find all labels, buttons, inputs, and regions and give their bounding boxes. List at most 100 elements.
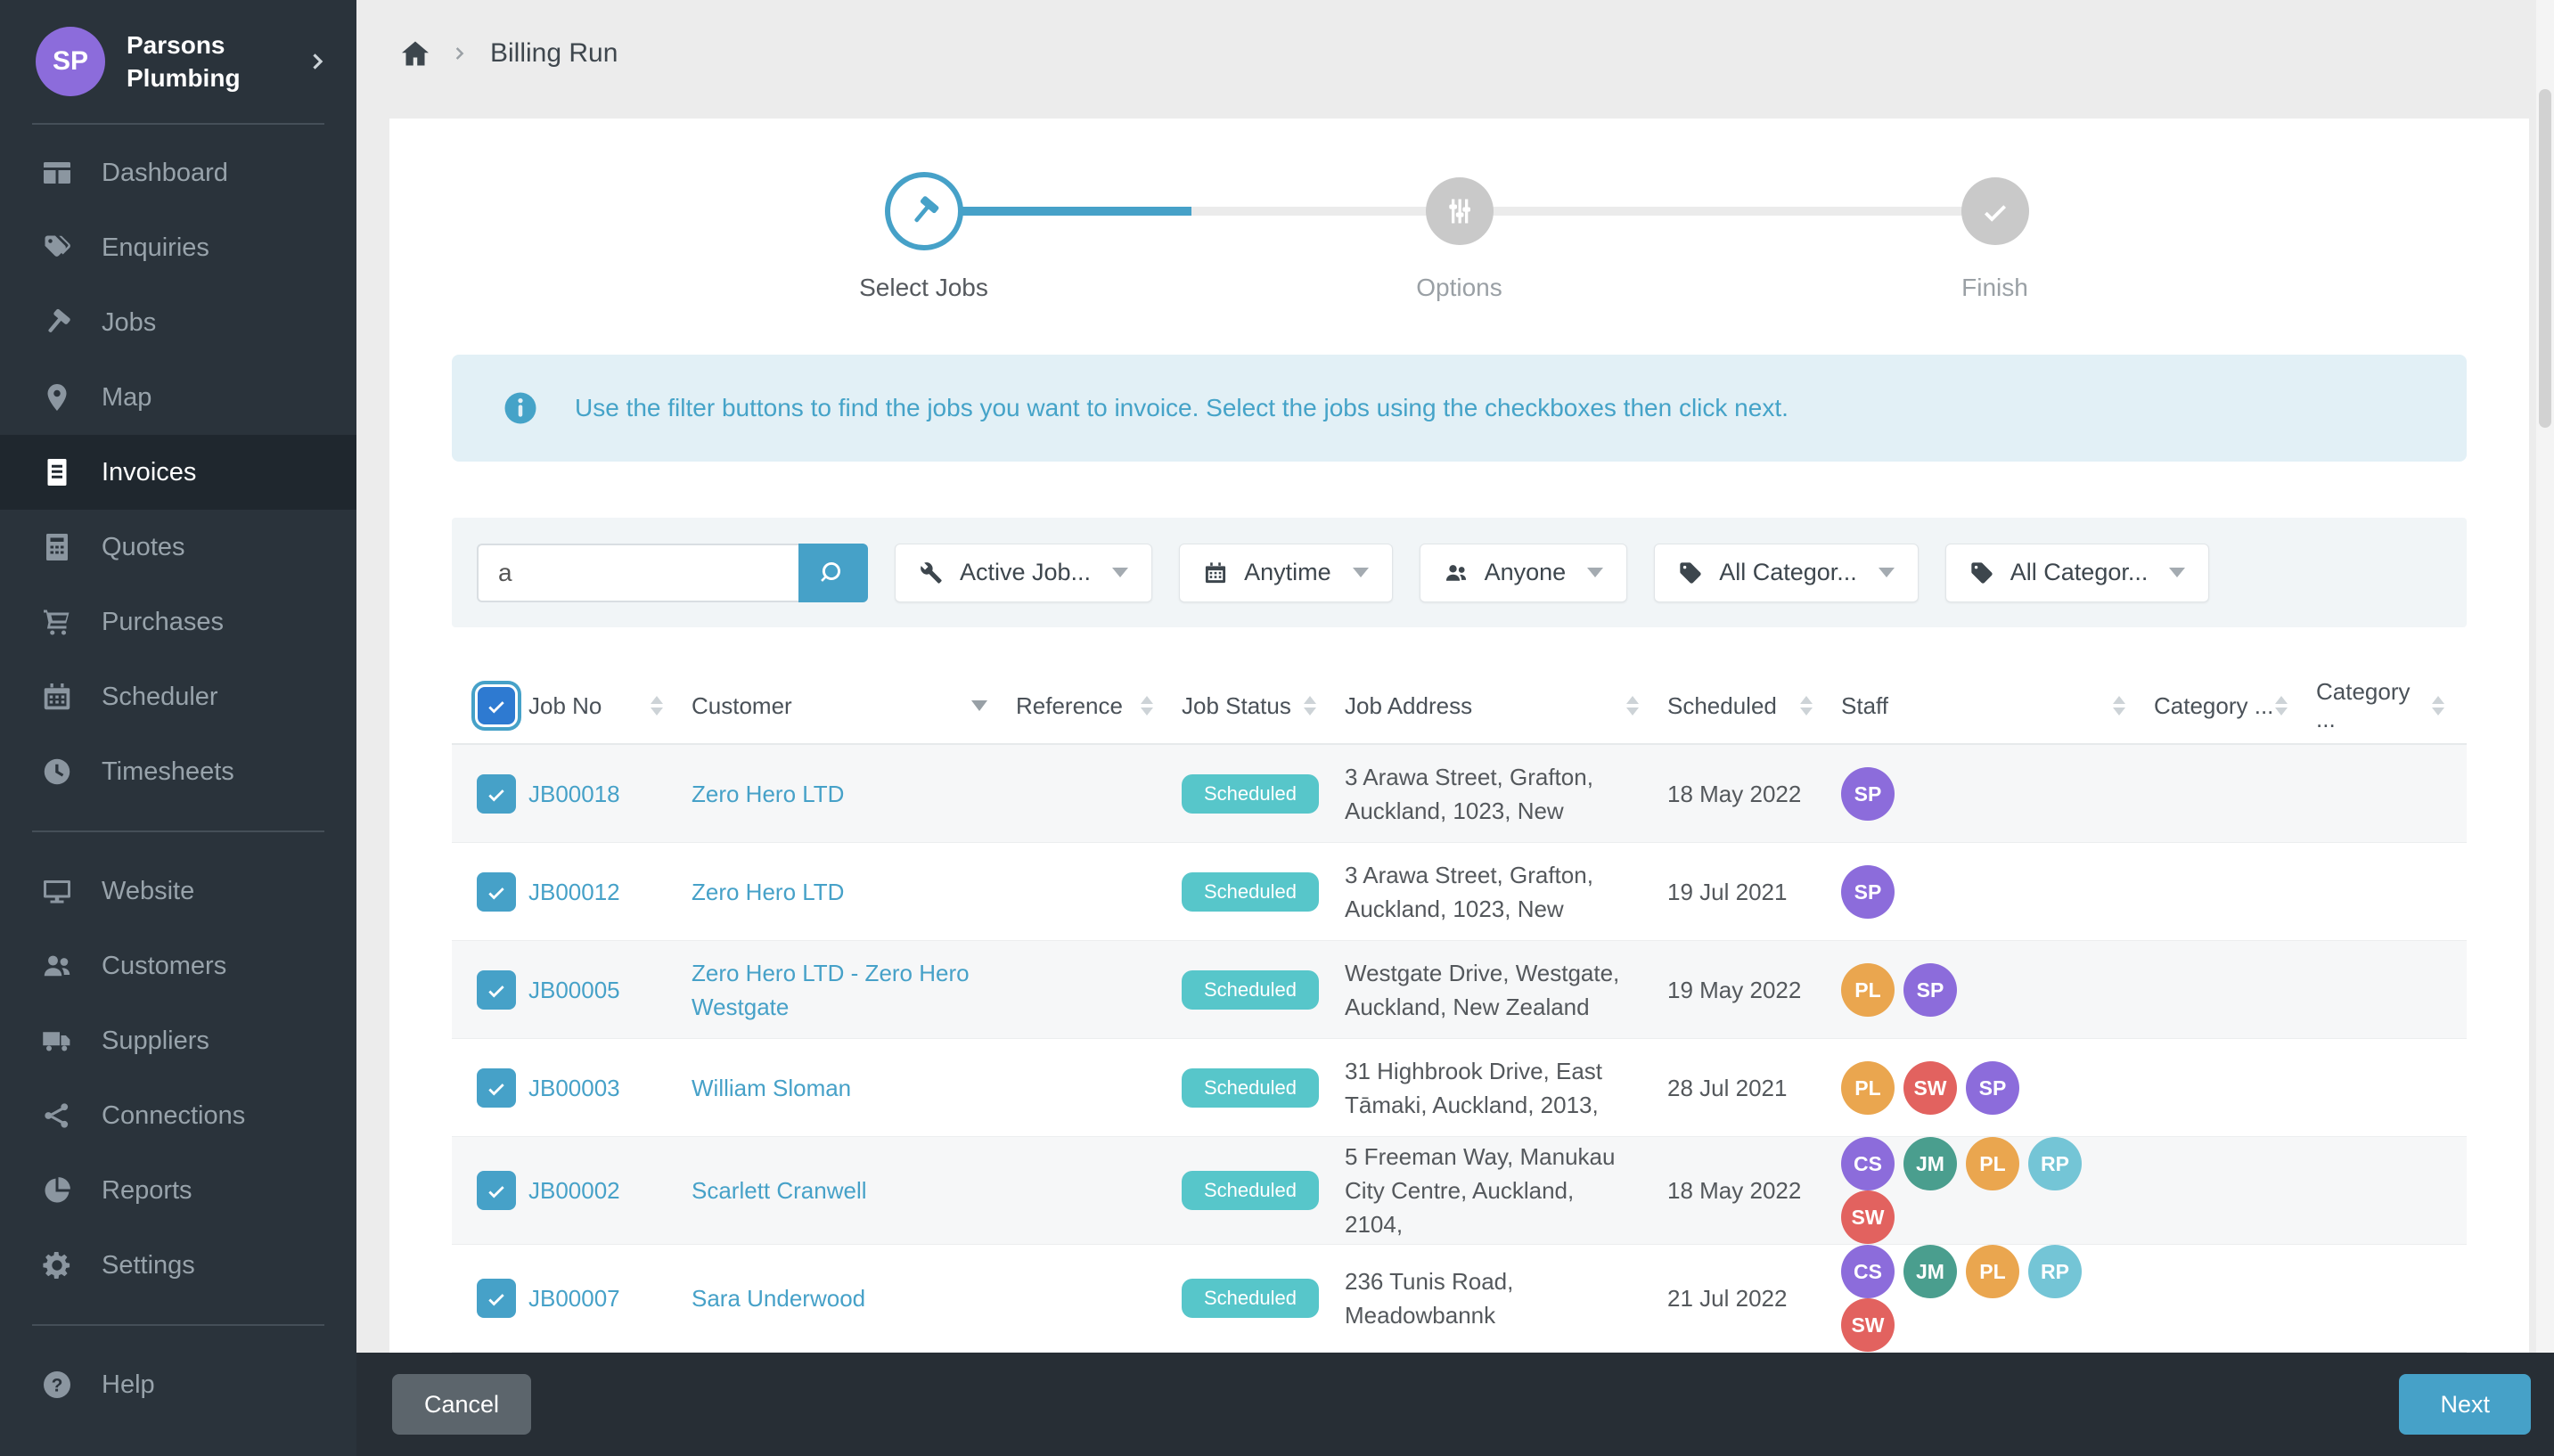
column-header-category[interactable]: Category ... xyxy=(2305,678,2462,733)
check-icon xyxy=(1961,177,2029,245)
wizard-step-options[interactable]: Options xyxy=(1416,172,1502,301)
jobs-table: Job No Customer Reference Job Status Job Add… xyxy=(452,668,2467,1451)
cancel-button[interactable]: Cancel xyxy=(392,1374,532,1435)
scheduled-date: 18 May 2022 xyxy=(1667,780,1802,807)
sidebar-item-invoices[interactable]: Invoices xyxy=(0,435,356,510)
home-icon[interactable] xyxy=(399,37,431,70)
wizard-step-label: Select Jobs xyxy=(859,274,988,301)
cart-icon xyxy=(37,606,77,638)
map-pin-icon xyxy=(37,381,77,413)
staff-avatar: PL xyxy=(1841,1060,1895,1115)
job-address: 3 Arawa Street, Grafton, Auckland, 1023,… xyxy=(1345,861,1593,922)
sort-icon xyxy=(2113,696,2125,716)
sidebar-item-map[interactable]: Map xyxy=(0,360,356,435)
search-button[interactable] xyxy=(798,543,868,602)
row-checkbox[interactable] xyxy=(477,773,516,814)
customer-link[interactable]: Zero Hero LTD - Zero Hero Westgate xyxy=(692,960,970,1020)
sidebar-item-timesheets[interactable]: Timesheets xyxy=(0,734,356,809)
staff-avatar: SP xyxy=(1841,766,1895,821)
customer-link[interactable]: Sara Underwood xyxy=(692,1285,865,1312)
sidebar-item-jobs[interactable]: Jobs xyxy=(0,285,356,360)
staff-avatar: SP xyxy=(1841,864,1895,919)
staff-avatar: SW xyxy=(1841,1298,1895,1352)
sidebar-item-enquiries[interactable]: Enquiries xyxy=(0,210,356,285)
company-switcher[interactable]: SP Parsons Plumbing xyxy=(0,0,356,123)
sidebar-item-quotes[interactable]: Quotes xyxy=(0,510,356,585)
sidebar-item-scheduler[interactable]: Scheduler xyxy=(0,659,356,734)
job-row: JB00012 Zero Hero LTD Scheduled 3 Arawa Str… xyxy=(452,843,2467,941)
job-status-badge: Scheduled xyxy=(1182,773,1319,814)
column-header-staff[interactable]: Staff xyxy=(1830,692,2143,720)
job-number-link[interactable]: JB00012 xyxy=(528,879,620,905)
search-input[interactable] xyxy=(477,543,798,602)
help-icon: ? xyxy=(37,1369,77,1401)
tag-icon xyxy=(1969,560,1994,585)
customer-link[interactable]: Zero Hero LTD xyxy=(692,781,844,807)
sidebar-item-settings[interactable]: Settings xyxy=(0,1228,356,1303)
filter-dropdown-all-categor-3[interactable]: All Categor... xyxy=(1654,543,1919,602)
column-header-job-address[interactable]: Job Address xyxy=(1334,692,1657,720)
staff-avatar: SP xyxy=(1966,1060,2019,1115)
row-checkbox[interactable] xyxy=(477,969,516,1010)
billing-run-card: Select Jobs Options Finish Use the filter … xyxy=(389,119,2529,1456)
sidebar-item-suppliers[interactable]: Suppliers xyxy=(0,1003,356,1078)
row-checkbox[interactable] xyxy=(477,871,516,912)
job-address: 236 Tunis Road, Meadowbannk xyxy=(1345,1268,1514,1329)
sidebar-divider xyxy=(32,1324,324,1326)
sidebar-item-purchases[interactable]: Purchases xyxy=(0,585,356,659)
scrollbar-thumb[interactable] xyxy=(2539,89,2551,428)
sidebar-item-connections[interactable]: Connections xyxy=(0,1078,356,1153)
vertical-scrollbar[interactable] xyxy=(2536,0,2554,1353)
select-all-checkbox[interactable] xyxy=(475,684,518,727)
filter-dropdown-all-categor-4[interactable]: All Categor... xyxy=(1944,543,2210,602)
customer-link[interactable]: William Sloman xyxy=(692,1075,851,1101)
info-banner-text: Use the filter buttons to find the jobs … xyxy=(575,394,1789,421)
filter-dropdown-active-job-0[interactable]: Active Job... xyxy=(895,543,1153,602)
column-header-reference[interactable]: Reference xyxy=(1005,692,1171,720)
row-checkbox[interactable] xyxy=(477,1279,516,1318)
filter-dropdown-anyone-2[interactable]: Anyone xyxy=(1419,543,1628,602)
staff-avatar: SW xyxy=(1903,1060,1957,1115)
wizard-step-select-jobs[interactable]: Select Jobs xyxy=(859,172,988,301)
calendar-icon xyxy=(1203,560,1228,585)
job-row: JB00018 Zero Hero LTD Scheduled 3 Arawa Str… xyxy=(452,745,2467,843)
customer-link[interactable]: Scarlett Cranwell xyxy=(692,1177,867,1204)
pie-chart-icon xyxy=(37,1174,77,1207)
column-header-job-no[interactable]: Job No xyxy=(518,692,681,720)
monitor-icon xyxy=(37,875,77,907)
column-header-category[interactable]: Category ... xyxy=(2143,692,2305,720)
wizard-step-finish[interactable]: Finish xyxy=(1961,172,2029,301)
row-checkbox[interactable] xyxy=(477,1171,516,1210)
column-header-job-status[interactable]: Job Status xyxy=(1171,692,1334,720)
filter-bar: Active Job... Anytime Anyone All Categor...… xyxy=(452,518,2467,627)
sidebar-item-dashboard[interactable]: Dashboard xyxy=(0,135,356,210)
row-checkbox[interactable] xyxy=(477,1067,516,1108)
sidebar-item-label: Map xyxy=(102,382,152,412)
sidebar-item-label: Invoices xyxy=(102,457,197,487)
job-status-badge: Scheduled xyxy=(1182,1279,1319,1318)
table-header: Job No Customer Reference Job Status Job Add… xyxy=(452,668,2467,745)
column-header-customer[interactable]: Customer xyxy=(681,692,1005,720)
caret-down-icon xyxy=(2169,568,2186,577)
customer-link[interactable]: Zero Hero LTD xyxy=(692,879,844,905)
sidebar-item-website[interactable]: Website xyxy=(0,854,356,928)
sidebar-item-help[interactable]: ? Help xyxy=(0,1347,356,1422)
sidebar-item-customers[interactable]: Customers xyxy=(0,928,356,1003)
sidebar-item-label: Website xyxy=(102,876,195,905)
scheduled-date: 21 Jul 2022 xyxy=(1667,1285,1788,1312)
caret-down-icon xyxy=(1112,568,1129,577)
job-number-link[interactable]: JB00018 xyxy=(528,781,620,807)
next-button[interactable]: Next xyxy=(2399,1374,2531,1435)
wizard-stepper: Select Jobs Options Finish xyxy=(452,172,2467,306)
job-number-link[interactable]: JB00005 xyxy=(528,977,620,1003)
job-number-link[interactable]: JB00003 xyxy=(528,1075,620,1101)
job-number-link[interactable]: JB00002 xyxy=(528,1177,620,1204)
caret-down-icon xyxy=(1587,568,1604,577)
filter-dropdown-anytime-1[interactable]: Anytime xyxy=(1179,543,1393,602)
sidebar-item-reports[interactable]: Reports xyxy=(0,1153,356,1228)
sidebar-item-label: Dashboard xyxy=(102,158,228,187)
job-number-link[interactable]: JB00007 xyxy=(528,1285,620,1312)
column-header-scheduled[interactable]: Scheduled xyxy=(1657,692,1830,720)
users-icon xyxy=(37,950,77,982)
staff-avatars: SP xyxy=(1830,864,2143,919)
